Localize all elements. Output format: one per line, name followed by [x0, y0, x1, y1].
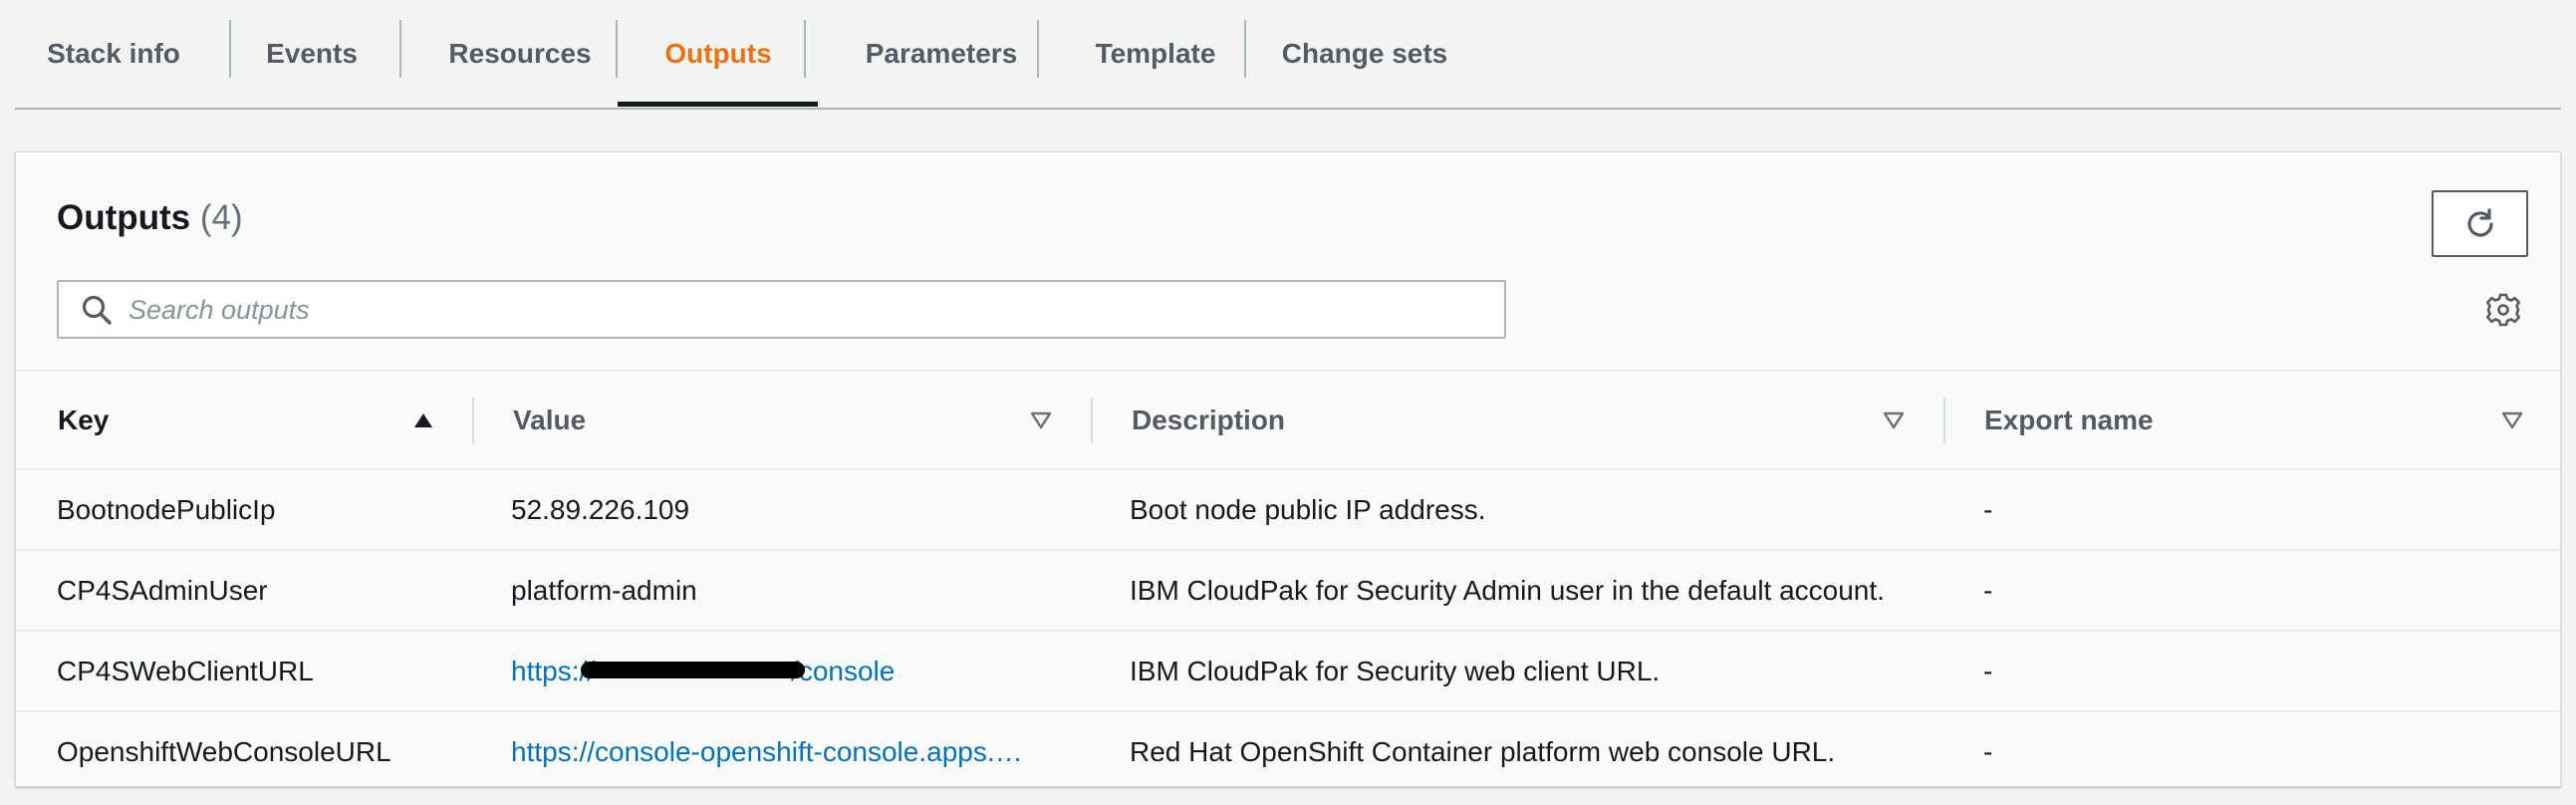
cell-description: IBM CloudPak for Security Admin user in … [1130, 574, 1885, 606]
column-resizer[interactable] [472, 398, 474, 443]
tab-divider [229, 20, 231, 78]
cell-description: Boot node public IP address. [1130, 493, 1486, 525]
table-row: CP4SAdminUser platform-admin IBM CloudPa… [16, 551, 2560, 632]
column-header-description[interactable]: Description [1132, 372, 1285, 468]
sort-ascending-icon[interactable] [412, 372, 434, 468]
tab-divider [804, 20, 806, 78]
search-icon [82, 295, 112, 325]
redaction-bar [581, 662, 806, 678]
tab-change-sets[interactable]: Change sets [1275, 0, 1454, 108]
table-row: BootnodePublicIp 52.89.226.109 Boot node… [16, 470, 2560, 551]
refresh-icon [2466, 207, 2493, 237]
panel-title: Outputs (4) [57, 198, 243, 238]
cell-export-name: - [1983, 735, 1993, 767]
cell-description: Red Hat OpenShift Container platform web… [1130, 735, 1836, 767]
cell-key: OpenshiftWebConsoleURL [57, 735, 391, 767]
search-input[interactable] [127, 282, 1495, 339]
sort-icon[interactable] [1030, 372, 1052, 468]
column-header-value[interactable]: Value [513, 372, 586, 468]
cell-value-link[interactable]: https://console-openshift-console.apps.… [511, 712, 1069, 791]
sort-icon[interactable] [1883, 372, 1905, 468]
table-row: OpenshiftWebConsoleURL https://console-o… [16, 712, 2560, 791]
tab-parameters[interactable]: Parameters [832, 0, 1051, 108]
cell-key: CP4SWebClientURL [57, 655, 314, 686]
cell-export-name: - [1983, 655, 1993, 686]
tab-resources[interactable]: Resources [430, 0, 610, 108]
outputs-panel: Outputs (4) Key Value [15, 151, 2561, 787]
tab-divider [1244, 20, 1246, 78]
column-resizer[interactable] [1943, 398, 1945, 443]
panel-title-text: Outputs [57, 198, 191, 237]
stack-tabs: Stack info Events Resources Outputs Para… [15, 0, 2561, 110]
search-box [57, 280, 1506, 339]
cell-key: BootnodePublicIp [57, 493, 276, 525]
cell-value: 52.89.226.109 [511, 493, 690, 525]
tab-template[interactable]: Template [1066, 0, 1245, 108]
link-suffix: /console [791, 655, 896, 686]
tab-outputs[interactable]: Outputs [631, 0, 806, 108]
cell-value: platform-admin [511, 574, 697, 606]
tab-stack-info[interactable]: Stack info [41, 0, 186, 108]
cell-export-name: - [1983, 493, 1993, 525]
panel-header: Outputs (4) [16, 152, 2560, 372]
refresh-button[interactable] [2432, 190, 2528, 257]
table-header: Key Value Description Export name [16, 372, 2560, 470]
sort-icon[interactable] [2501, 372, 2523, 468]
tab-divider [399, 20, 401, 78]
cell-export-name: - [1983, 574, 1993, 606]
active-tab-indicator [618, 102, 818, 107]
tab-divider [1037, 20, 1039, 78]
gear-icon[interactable] [2485, 292, 2521, 328]
column-resizer[interactable] [1091, 398, 1093, 443]
tab-events[interactable]: Events [252, 0, 372, 108]
outputs-count: (4) [199, 198, 243, 237]
column-header-key[interactable]: Key [58, 372, 109, 468]
tab-divider [616, 20, 618, 78]
cell-description: IBM CloudPak for Security web client URL… [1130, 655, 1661, 686]
cell-value-link[interactable]: https:///console [511, 632, 895, 710]
table-row: CP4SWebClientURL https:///console IBM Cl… [16, 632, 2560, 712]
cell-key: CP4SAdminUser [57, 574, 268, 606]
column-header-export-name[interactable]: Export name [1984, 372, 2154, 468]
